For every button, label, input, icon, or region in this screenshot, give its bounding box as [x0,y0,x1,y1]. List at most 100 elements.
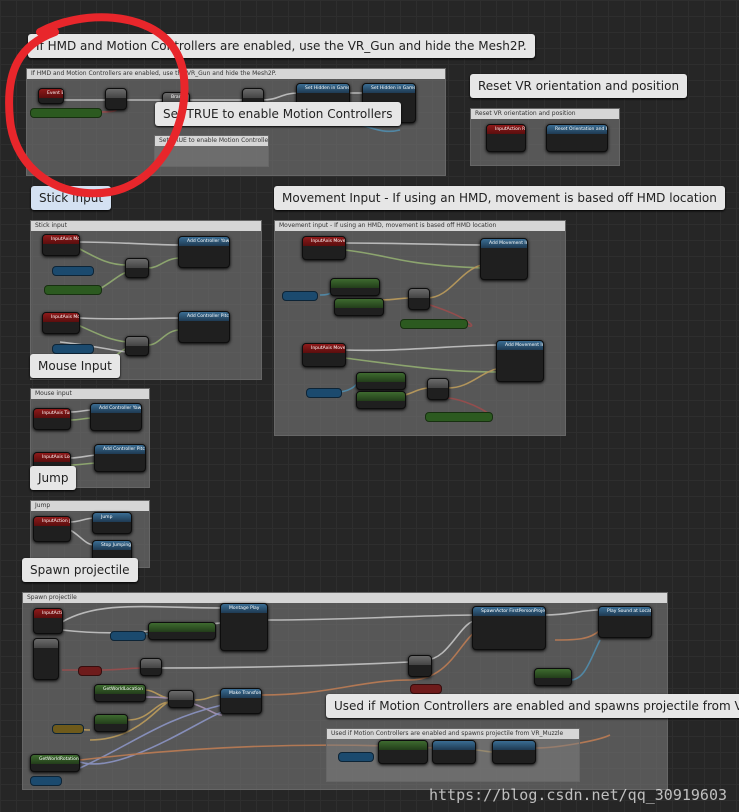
node-title: Set Hidden in Game [363,84,415,93]
var-pill[interactable] [52,344,94,354]
node-title: Jump [93,513,131,522]
var-pill[interactable] [30,776,62,786]
node-add-pitch[interactable]: Add Controller Pitch Input [178,311,230,343]
node-turn[interactable]: InputAxis Turn [33,408,71,430]
bubble-motion-controllers[interactable]: Used if Motion Controllers are enabled a… [326,694,739,718]
node-title: Add Controller Yaw Input [91,404,141,413]
node-mc-location[interactable] [378,740,428,764]
node-title [169,691,193,700]
comment-header: Mouse input [31,389,149,399]
node-title [535,669,571,678]
node-title [493,741,535,750]
node-move-forward-2[interactable]: InputAxis MoveForward [302,236,346,260]
node-title [379,741,427,750]
node-title [331,279,379,288]
node-title: Add Movement Input [497,341,543,350]
node-select-2[interactable] [427,378,449,400]
comment-header: Reset VR orientation and position [471,109,619,119]
red-annotation-circle [5,13,189,198]
var-is-hmd-2[interactable] [400,319,468,329]
node-add-vector[interactable] [168,690,194,708]
comment-header: Jump [31,501,149,511]
node-mouse-yaw[interactable]: Add Controller Yaw Input [90,403,142,431]
comment-header: Used if Motion Controllers are enabled a… [327,729,579,739]
node-title: Play Sound at Location [599,607,651,616]
node-rotate-vector[interactable] [94,714,128,732]
node-actor-forward[interactable] [334,298,384,316]
node-title [357,373,405,382]
node-mc-transform[interactable] [432,740,476,764]
var-pill[interactable] [44,285,102,295]
node-sequence[interactable] [33,638,59,680]
node-get-location[interactable] [534,668,572,686]
node-fire[interactable]: InputAction Fire [33,608,63,634]
node-forward-vector[interactable] [330,278,380,296]
node-actor-right[interactable] [356,391,406,409]
node-reset-fn[interactable]: Reset Orientation and Position [546,124,608,152]
node-title: InputAxis MoveForward [303,237,345,246]
node-title [409,289,429,298]
node-title: Add Controller Yaw Input [179,237,229,246]
bubble-movement-input[interactable]: Movement Input - If using an HMD, moveme… [274,186,725,210]
node-add-movement-2[interactable]: Add Movement Input [496,340,544,382]
bubble-reset-vr[interactable]: Reset VR orientation and position [470,74,688,98]
node-add-yaw[interactable]: Add Controller Yaw Input [178,236,230,268]
node-title: Stop Jumping [93,541,131,550]
node-move-right-2[interactable]: InputAxis MoveRight [302,343,346,367]
node-title [409,656,431,665]
node-move-forward[interactable]: InputAxis MoveForward [42,234,80,256]
node-title: Reset Orientation and Position [547,125,607,134]
bubble-jump[interactable]: Jump [30,466,77,490]
var-pill[interactable] [110,631,146,641]
node-mc-transform-2[interactable] [492,740,536,764]
var-pill[interactable] [52,724,84,734]
var-is-hmd-3[interactable] [425,412,493,422]
node-title [34,639,58,648]
node-title: Add Movement Input [481,239,527,248]
var-pill[interactable] [52,266,94,276]
node-title: InputAxis MoveForward [43,235,79,244]
var-pill[interactable] [306,388,342,398]
node-title [428,379,448,388]
node-jump-fn[interactable]: Jump [92,512,132,534]
node-mouse-pitch[interactable]: Add Controller Pitch Input [94,444,146,472]
node-title: Make Transform [221,689,261,698]
node-reset-event[interactable]: InputAction ResetVR [486,124,526,152]
node-get-world-rotation[interactable]: GetWorldRotation [30,754,80,772]
node-select-spawn[interactable] [408,655,432,677]
node-title: InputAction Fire [34,609,62,618]
node-branch-spawn[interactable] [140,658,162,676]
comment-header: Spawn projectile [23,593,667,603]
node-spawn-actor[interactable]: SpawnActor FirstPersonProjectile [472,606,546,650]
node-title [243,89,263,98]
node-montage-play[interactable]: Montage Play [220,603,268,651]
node-add-movement-1[interactable]: Add Movement Input [480,238,528,280]
node-right-vector[interactable] [356,372,406,390]
node-title [126,337,148,346]
node-multiply-1[interactable] [125,258,149,278]
bubble-mouse-input[interactable]: Mouse Input [30,354,120,378]
node-title: Add Controller Pitch Input [95,445,145,454]
node-get-world-location[interactable]: GetWorldLocation [94,684,146,702]
var-pill[interactable] [78,666,102,676]
bubble-spawn-projectile[interactable]: Spawn projectile [22,558,138,582]
node-make-transform[interactable]: Make Transform [220,688,262,714]
node-title: Set Hidden in Game [297,84,349,93]
var-pill[interactable] [282,291,318,301]
var-pill[interactable] [410,684,442,694]
node-title: InputAxis MoveRight [43,313,79,322]
node-get-anim[interactable] [148,622,216,640]
node-title [126,259,148,268]
node-move-right[interactable]: InputAxis MoveRight [42,312,80,334]
node-title [149,623,215,632]
node-title: Add Controller Pitch Input [179,312,229,321]
node-play-sound[interactable]: Play Sound at Location [598,606,652,638]
watermark: https://blog.csdn.net/qq_30919603 [428,786,727,804]
var-pill[interactable] [338,752,374,762]
node-title [357,392,405,401]
node-title [141,659,161,668]
node-select-1[interactable] [408,288,430,310]
node-multiply-2[interactable] [125,336,149,356]
node-jump-event[interactable]: InputAction Jump [33,516,71,542]
node-title [95,715,127,724]
